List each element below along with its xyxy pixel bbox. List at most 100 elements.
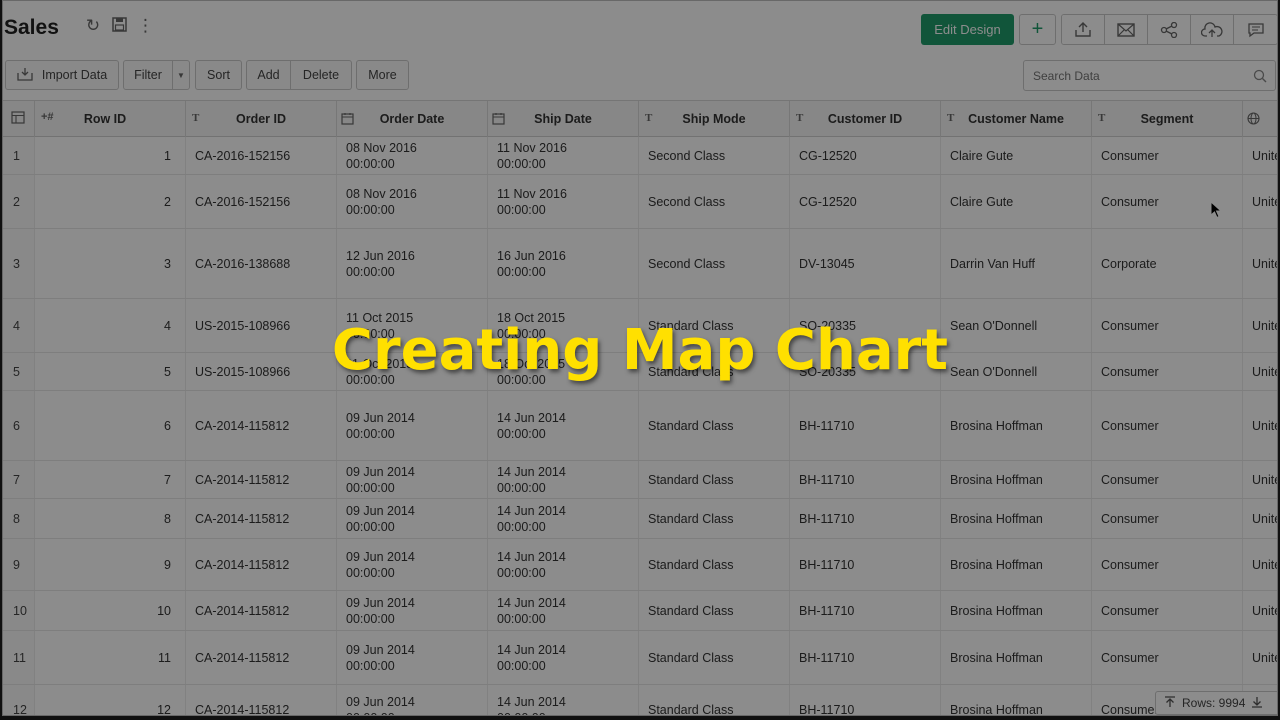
column-header-segment[interactable]: T Segment <box>1092 101 1243 137</box>
row-index[interactable]: 3 <box>3 229 35 298</box>
table-row[interactable]: 1 1 CA-2016-152156 08 Nov 2016 00:00:00 11 No… <box>3 137 1277 175</box>
cell-row-id[interactable]: 7 <box>35 461 186 498</box>
cloud-upload-icon[interactable] <box>1191 15 1234 44</box>
cell-order-id[interactable]: CA-2014-115812 <box>186 499 337 538</box>
cell-country[interactable]: Unite <box>1243 631 1277 684</box>
column-header-row-id[interactable]: +# Row ID <box>35 101 186 137</box>
row-index[interactable]: 2 <box>3 175 35 228</box>
cell-order-date[interactable]: 09 Jun 201400:00:00 <box>337 631 488 684</box>
cell-customer-id[interactable]: BH-11710 <box>790 539 941 590</box>
rows-count-badge[interactable]: Rows: 9994 <box>1155 691 1277 715</box>
cell-customer-id[interactable]: BH-11710 <box>790 461 941 498</box>
cell-customer-name[interactable]: Claire Gute <box>941 175 1092 228</box>
cell-customer-name[interactable]: Brosina Hoffman <box>941 539 1092 590</box>
column-header-ship-mode[interactable]: T Ship Mode <box>639 101 790 137</box>
table-row[interactable]: 3 3 CA-2016-138688 12 Jun 2016 00:00:00 16 Ju… <box>3 229 1277 299</box>
export-icon[interactable] <box>1062 15 1105 44</box>
cell-ship-date[interactable]: 14 Jun 201400:00:00 <box>488 499 639 538</box>
cell-customer-name[interactable]: Brosina Hoffman <box>941 685 1092 715</box>
cell-order-id[interactable]: CA-2014-115812 <box>186 539 337 590</box>
cell-segment[interactable]: Consumer <box>1092 391 1243 460</box>
table-row[interactable]: 11 11 CA-2014-115812 09 Jun 2014 00:00:00 14 … <box>3 631 1277 685</box>
cell-country[interactable]: Unite <box>1243 499 1277 538</box>
cell-order-date[interactable]: 09 Jun 201400:00:00 <box>337 391 488 460</box>
cell-customer-id[interactable]: BH-11710 <box>790 499 941 538</box>
cell-row-id[interactable]: 11 <box>35 631 186 684</box>
row-index[interactable]: 7 <box>3 461 35 498</box>
cell-segment[interactable]: Consumer <box>1092 631 1243 684</box>
cell-country[interactable]: Unite <box>1243 137 1277 174</box>
cell-segment[interactable]: Consumer <box>1092 539 1243 590</box>
row-index[interactable]: 10 <box>3 591 35 630</box>
column-header-customer-name[interactable]: T Customer Name <box>941 101 1092 137</box>
row-index[interactable]: 6 <box>3 391 35 460</box>
cell-order-date[interactable]: 09 Jun 201400:00:00 <box>337 461 488 498</box>
cell-order-date[interactable]: 08 Nov 2016 00:00:00 <box>337 137 488 174</box>
cell-country[interactable]: Unite <box>1243 391 1277 460</box>
cell-ship-date[interactable]: 14 Jun 201400:00:00 <box>488 631 639 684</box>
cell-order-date[interactable]: 12 Jun 2016 00:00:00 <box>337 229 488 298</box>
cell-ship-date[interactable]: 14 Jun 201400:00:00 <box>488 461 639 498</box>
cell-customer-name[interactable]: Brosina Hoffman <box>941 631 1092 684</box>
cell-order-id[interactable]: CA-2014-115812 <box>186 631 337 684</box>
save-icon[interactable] <box>111 17 127 35</box>
cell-ship-date[interactable]: 11 Nov 2016 00:00:00 <box>488 137 639 174</box>
row-index[interactable]: 8 <box>3 499 35 538</box>
email-icon[interactable] <box>1105 15 1148 44</box>
cell-order-date[interactable]: 09 Jun 201400:00:00 <box>337 499 488 538</box>
cell-customer-name[interactable]: Claire Gute <box>941 137 1092 174</box>
cell-ship-mode[interactable]: Second Class <box>639 229 790 298</box>
cell-ship-mode[interactable]: Standard Class <box>639 461 790 498</box>
cell-customer-name[interactable]: Darrin Van Huff <box>941 229 1092 298</box>
row-index[interactable]: 12 <box>3 685 35 715</box>
column-header-order-date[interactable]: Order Date <box>337 101 488 137</box>
cell-country[interactable]: Unite <box>1243 175 1277 228</box>
cell-customer-id[interactable]: BH-11710 <box>790 631 941 684</box>
more-button[interactable]: More <box>356 60 409 90</box>
table-row[interactable]: 1212CA-2014-11581209 Jun 201400:00:0014 … <box>3 685 1277 715</box>
table-row[interactable]: 9 9 CA-2014-115812 09 Jun 2014 00:00:00 14 Ju… <box>3 539 1277 591</box>
cell-row-id[interactable]: 12 <box>35 685 186 715</box>
table-row[interactable]: 10 10 CA-2014-115812 09 Jun 2014 00:00:00 14 … <box>3 591 1277 631</box>
delete-button[interactable]: Delete <box>290 60 352 90</box>
cell-country[interactable]: Unite <box>1243 591 1277 630</box>
cell-order-date[interactable]: 09 Jun 201400:00:00 <box>337 591 488 630</box>
cell-row-id[interactable]: 10 <box>35 591 186 630</box>
cell-row-id[interactable]: 1 <box>35 137 186 174</box>
cell-ship-date[interactable]: 14 Jun 201400:00:00 <box>488 685 639 715</box>
cell-ship-mode[interactable]: Standard Class <box>639 591 790 630</box>
cell-ship-mode[interactable]: Second Class <box>639 175 790 228</box>
cell-ship-date[interactable]: 14 Jun 201400:00:00 <box>488 391 639 460</box>
cell-customer-name[interactable]: Brosina Hoffman <box>941 391 1092 460</box>
column-header-ship-date[interactable]: Ship Date <box>488 101 639 137</box>
cell-country[interactable]: Unite <box>1243 539 1277 590</box>
cell-order-id[interactable]: CA-2014-115812 <box>186 461 337 498</box>
filter-button[interactable]: Filter <box>123 60 173 90</box>
import-data-button[interactable]: Import Data <box>5 60 119 90</box>
scroll-bottom-icon[interactable] <box>1251 696 1263 711</box>
cell-ship-date[interactable]: 14 Jun 201400:00:00 <box>488 591 639 630</box>
cell-ship-mode[interactable]: Standard Class <box>639 685 790 715</box>
cell-order-id[interactable]: CA-2014-115812 <box>186 685 337 715</box>
cell-segment[interactable]: Consumer <box>1092 137 1243 174</box>
column-header-country[interactable] <box>1243 101 1277 137</box>
cell-ship-date[interactable]: 14 Jun 201400:00:00 <box>488 539 639 590</box>
cell-row-id[interactable]: 2 <box>35 175 186 228</box>
cell-row-id[interactable]: 8 <box>35 499 186 538</box>
cell-ship-date[interactable]: 16 Jun 2016 00:00:00 <box>488 229 639 298</box>
add-row-button[interactable]: Add <box>246 60 291 90</box>
add-button[interactable]: + <box>1019 14 1056 45</box>
row-index[interactable]: 9 <box>3 539 35 590</box>
scroll-top-icon[interactable] <box>1164 695 1176 711</box>
cell-row-id[interactable]: 9 <box>35 539 186 590</box>
cell-order-date[interactable]: 09 Jun 201400:00:00 <box>337 685 488 715</box>
cell-segment[interactable]: Consumer <box>1092 591 1243 630</box>
table-row[interactable]: 8 8 CA-2014-115812 09 Jun 2014 00:00:00 14 Ju… <box>3 499 1277 539</box>
table-row[interactable]: 2 2 CA-2016-152156 08 Nov 2016 00:00:00 11 No… <box>3 175 1277 229</box>
cell-segment[interactable]: Corporate <box>1092 229 1243 298</box>
cell-ship-mode[interactable]: Standard Class <box>639 391 790 460</box>
search-icon[interactable] <box>1253 69 1267 88</box>
cell-ship-mode[interactable]: Standard Class <box>639 499 790 538</box>
cell-customer-name[interactable]: Brosina Hoffman <box>941 499 1092 538</box>
cell-customer-name[interactable]: Brosina Hoffman <box>941 591 1092 630</box>
